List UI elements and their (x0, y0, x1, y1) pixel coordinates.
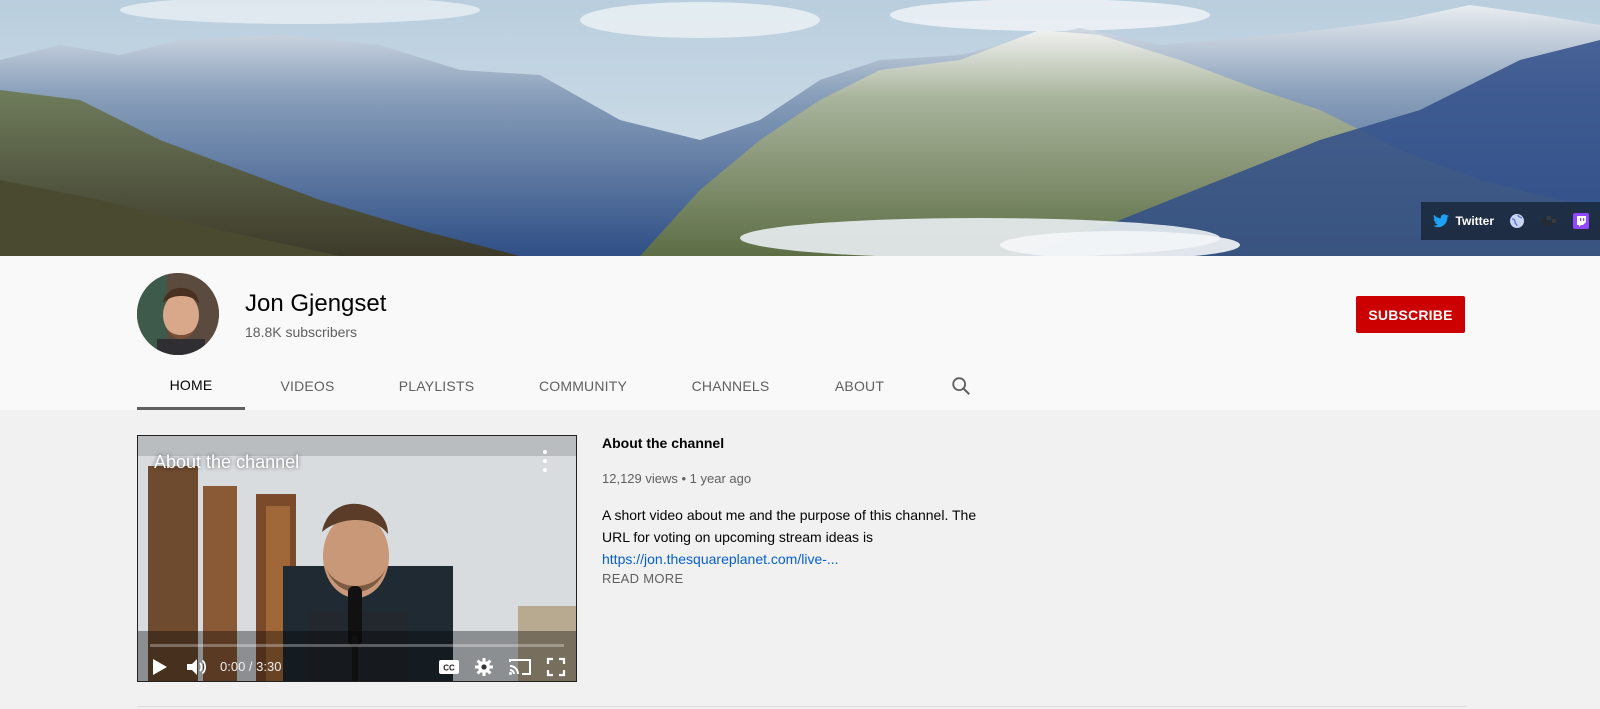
twitter-icon (1432, 214, 1449, 228)
featured-video-meta: 12,129 views • 1 year ago (602, 471, 752, 486)
closed-captions-icon: CC (439, 659, 459, 674)
more-vert-icon (543, 468, 547, 472)
link-icon (1542, 216, 1556, 226)
globe-icon (1510, 214, 1524, 228)
channel-name: Jon Gjengset (245, 290, 387, 317)
tab-community[interactable]: COMMUNITY (503, 362, 663, 410)
subscribe-button[interactable]: SUBSCRIBE (1356, 296, 1465, 333)
video-progress-bar[interactable] (150, 644, 564, 647)
tab-videos[interactable]: VIDEOS (245, 362, 370, 410)
tab-home[interactable]: HOME (137, 362, 245, 410)
channel-header: Jon Gjengset 18.8K subscribers SUBSCRIBE… (0, 256, 1600, 410)
cast-button[interactable] (508, 658, 532, 676)
twitter-link-label: Twitter (1455, 214, 1494, 228)
mute-button[interactable] (186, 657, 208, 677)
website-link[interactable] (1508, 212, 1526, 230)
settings-button[interactable] (474, 657, 494, 677)
more-vert-icon (543, 459, 547, 463)
tab-playlists[interactable]: PLAYLISTS (370, 362, 503, 410)
more-vert-icon (543, 450, 547, 454)
cast-icon (509, 658, 531, 675)
avatar-image (137, 273, 219, 355)
twitch-link[interactable] (1572, 212, 1590, 230)
banner-links: Twitter (1420, 202, 1600, 240)
featured-video-title[interactable]: About the channel (602, 435, 1002, 451)
gear-icon (475, 657, 493, 676)
channel-avatar[interactable] (137, 273, 219, 355)
play-button[interactable] (150, 658, 168, 676)
tab-channels[interactable]: CHANNELS (663, 362, 798, 410)
search-icon (952, 377, 970, 395)
channel-search-button[interactable] (921, 362, 1001, 410)
player-more-menu[interactable] (540, 450, 550, 472)
fullscreen-icon (546, 657, 566, 676)
mountain-banner-image (0, 0, 1600, 256)
blog-link[interactable] (1540, 212, 1558, 230)
section-divider (137, 706, 1467, 707)
read-more-button[interactable]: READ MORE (602, 571, 1002, 586)
channel-tabs: HOME VIDEOS PLAYLISTS COMMUNITY CHANNELS… (137, 362, 1001, 410)
channel-banner: Twitter (0, 0, 1600, 256)
twitch-icon (1573, 213, 1589, 229)
captions-button[interactable]: CC (438, 659, 460, 675)
featured-video-description: A short video about me and the purpose o… (602, 507, 977, 545)
tab-about[interactable]: ABOUT (798, 362, 921, 410)
featured-video-player[interactable]: About the channel 0:00 / 3:30 CC (137, 435, 577, 682)
video-time: 0:00 / 3:30 (220, 659, 282, 674)
svg-text:CC: CC (443, 663, 455, 672)
player-title[interactable]: About the channel (154, 452, 299, 473)
volume-icon (187, 658, 207, 675)
play-icon (153, 658, 167, 675)
twitter-link[interactable]: Twitter (1432, 214, 1494, 228)
subscriber-count: 18.8K subscribers (245, 324, 358, 340)
player-controls: 0:00 / 3:30 CC (138, 650, 576, 681)
description-link[interactable]: https://jon.thesquareplanet.com/live-... (602, 548, 1002, 570)
featured-video-info: About the channel 12,129 views • 1 year … (602, 435, 1002, 586)
fullscreen-button[interactable] (546, 657, 566, 677)
